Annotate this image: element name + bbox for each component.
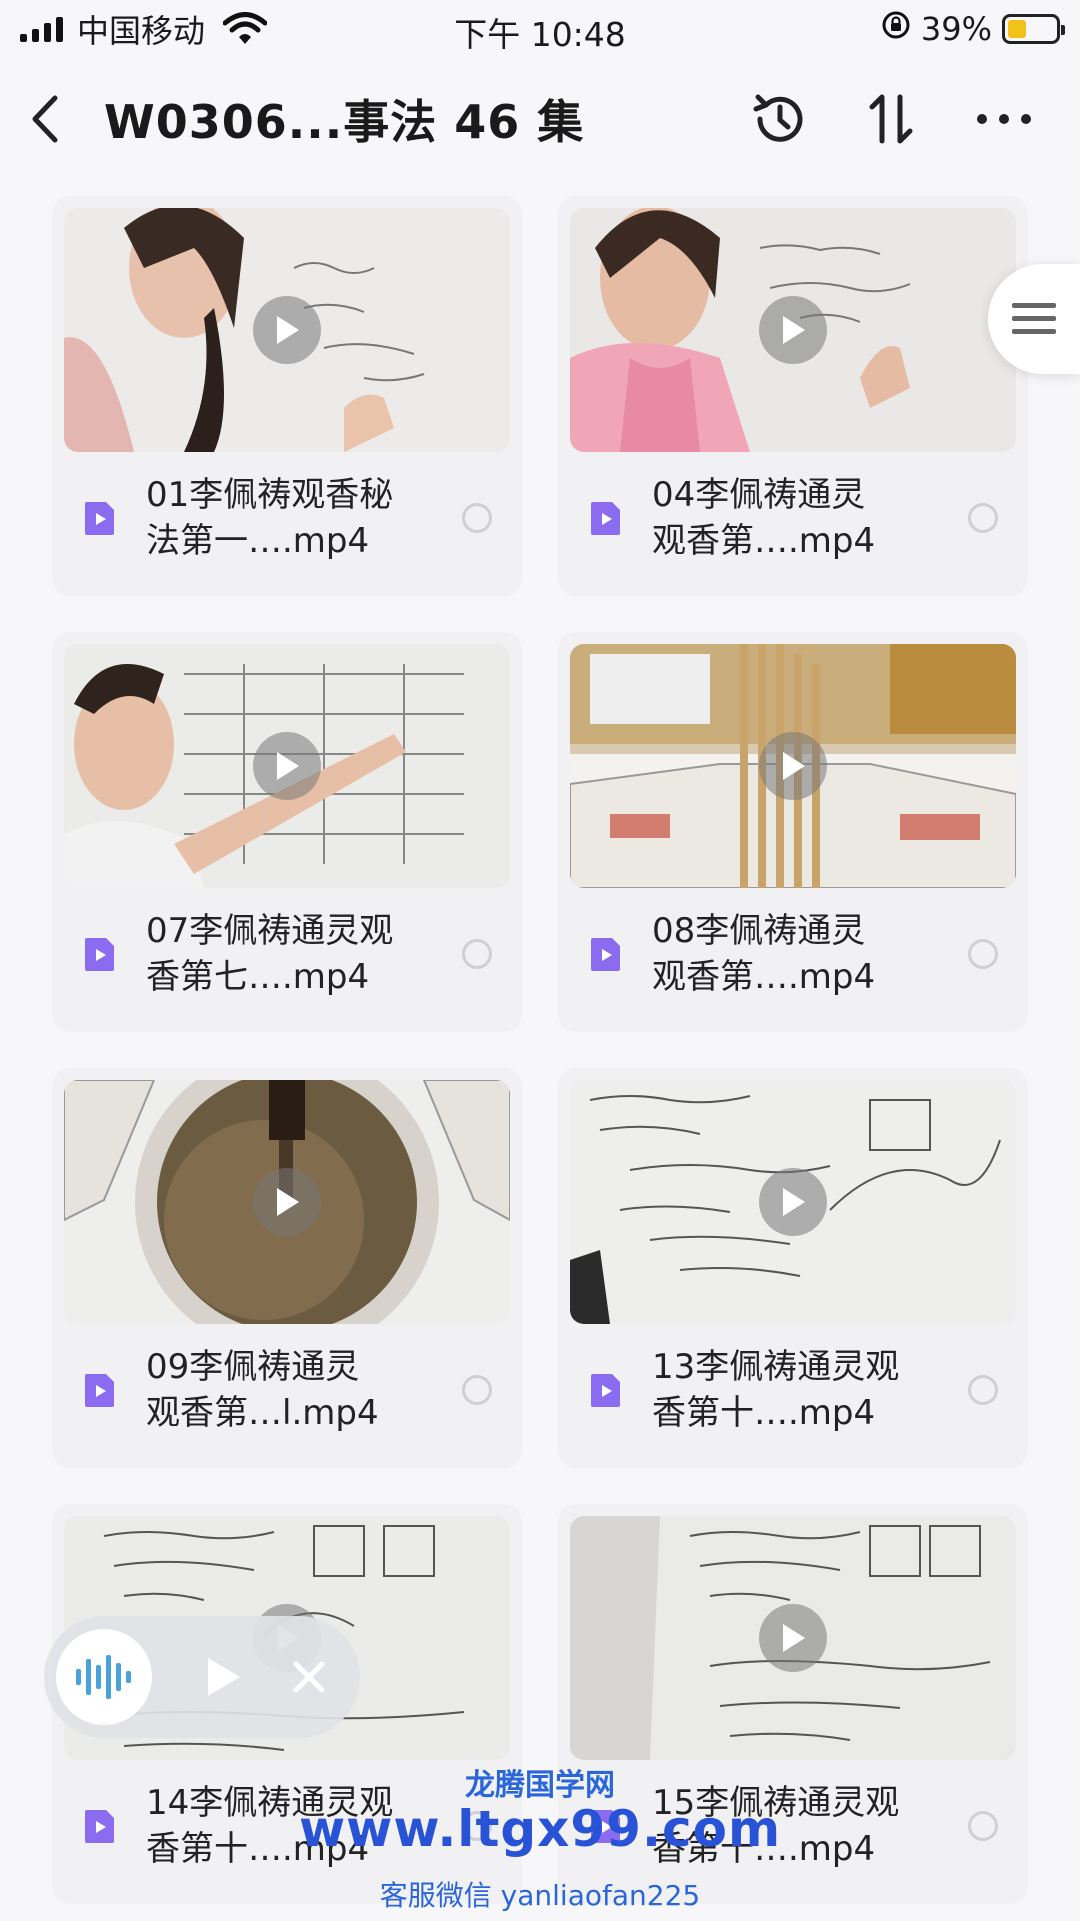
video-file-icon xyxy=(85,938,114,971)
sort-icon[interactable] xyxy=(856,83,928,155)
back-icon[interactable] xyxy=(0,74,90,164)
video-thumbnail[interactable] xyxy=(64,644,510,888)
file-name: 09李佩祷通灵 观香第…l.mp4 xyxy=(146,1347,379,1433)
play-icon[interactable] xyxy=(759,732,827,800)
battery-charging-icon xyxy=(1002,14,1065,44)
close-icon[interactable] xyxy=(284,1652,334,1702)
file-name: 01李佩祷观香秘 法第一….mp4 xyxy=(146,475,394,561)
file-name: 15李佩祷通灵观 香第十….mp4 xyxy=(652,1783,900,1869)
select-checkbox[interactable] xyxy=(968,1375,998,1405)
file-card[interactable]: 09李佩祷通灵 观香第…l.mp4 xyxy=(52,1068,522,1468)
file-card[interactable]: 13李佩祷通灵观 香第十….mp4 xyxy=(558,1068,1028,1468)
history-icon[interactable] xyxy=(744,83,816,155)
file-card[interactable]: 07李佩祷通灵观 香第七….mp4 xyxy=(52,632,522,1032)
video-file-icon xyxy=(591,938,620,971)
select-checkbox[interactable] xyxy=(968,939,998,969)
battery-level xyxy=(1008,20,1026,38)
page-title: W0306...事法 46 集 xyxy=(104,95,585,149)
video-file-icon xyxy=(85,1810,114,1843)
file-name: 04李佩祷通灵 观香第….mp4 xyxy=(652,475,876,561)
audio-wave-icon[interactable] xyxy=(56,1629,152,1725)
more-icon[interactable] xyxy=(968,83,1040,155)
play-icon[interactable] xyxy=(253,296,321,364)
select-checkbox[interactable] xyxy=(462,1375,492,1405)
rotation-lock-icon xyxy=(881,10,911,48)
video-thumbnail[interactable] xyxy=(570,1080,1016,1324)
file-name: 07李佩祷通灵观 香第七….mp4 xyxy=(146,911,394,997)
video-thumbnail[interactable] xyxy=(570,208,1016,452)
select-checkbox[interactable] xyxy=(462,503,492,533)
wifi-icon xyxy=(222,12,268,46)
status-bar: 中国移动 下午 10:48 39% xyxy=(0,0,1080,58)
select-checkbox[interactable] xyxy=(462,939,492,969)
file-name: 13李佩祷通灵观 香第十….mp4 xyxy=(652,1347,900,1433)
video-file-icon xyxy=(85,1374,114,1407)
video-file-icon xyxy=(591,502,620,535)
video-thumbnail[interactable] xyxy=(570,1516,1016,1760)
video-file-icon xyxy=(591,1810,620,1843)
select-checkbox[interactable] xyxy=(462,1811,492,1841)
floating-audio-player[interactable] xyxy=(44,1616,360,1738)
play-icon[interactable] xyxy=(253,1168,321,1236)
video-thumbnail[interactable] xyxy=(64,1080,510,1324)
select-checkbox[interactable] xyxy=(968,503,998,533)
file-card[interactable]: 15李佩祷通灵观 香第十….mp4 xyxy=(558,1504,1028,1904)
nav-bar: W0306...事法 46 集 xyxy=(0,64,1080,174)
file-name: 14李佩祷通灵观 香第十….mp4 xyxy=(146,1783,394,1869)
play-icon[interactable] xyxy=(759,1168,827,1236)
play-icon[interactable] xyxy=(253,732,321,800)
carrier-name: 中国移动 xyxy=(77,12,206,50)
video-thumbnail[interactable] xyxy=(64,208,510,452)
play-icon[interactable] xyxy=(194,1647,254,1707)
menu-icon xyxy=(1012,303,1056,334)
video-file-icon xyxy=(85,502,114,535)
file-card[interactable]: 04李佩祷通灵 观香第….mp4 xyxy=(558,196,1028,596)
battery-percent: 39% xyxy=(920,10,992,48)
file-name: 08李佩祷通灵 观香第….mp4 xyxy=(652,911,876,997)
file-card[interactable]: 01李佩祷观香秘 法第一….mp4 xyxy=(52,196,522,596)
video-thumbnail[interactable] xyxy=(570,644,1016,888)
video-file-icon xyxy=(591,1374,620,1407)
file-card[interactable]: 08李佩祷通灵 观香第….mp4 xyxy=(558,632,1028,1032)
select-checkbox[interactable] xyxy=(968,1811,998,1841)
play-icon[interactable] xyxy=(759,296,827,364)
play-icon[interactable] xyxy=(759,1604,827,1672)
signal-icon xyxy=(20,16,63,42)
